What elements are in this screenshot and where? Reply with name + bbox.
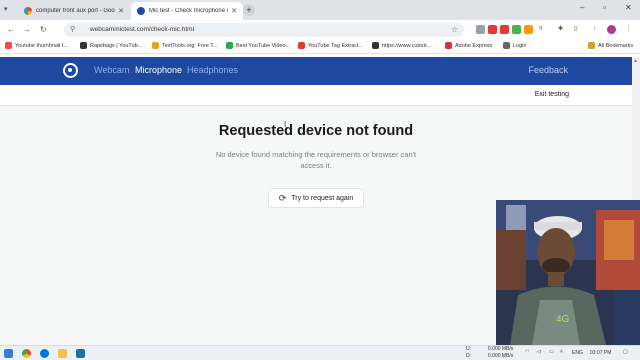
tab-search-icon[interactable]: ▾ (4, 5, 14, 15)
nav-headphones[interactable]: Headphones (187, 65, 238, 75)
profile-avatar[interactable] (607, 25, 616, 34)
bookmark-icon (80, 42, 87, 49)
browser-tab-strip: ▾ computer front aux port - Goo... ✕ Mic… (0, 0, 640, 20)
bookmark-item[interactable]: Adobe Express (445, 42, 492, 49)
close-window-icon[interactable]: ✕ (625, 3, 632, 12)
test-subbar: Exit testing (0, 85, 632, 106)
bookmark-icon (152, 42, 159, 49)
download-label: D: (466, 352, 471, 359)
site-logo-icon[interactable] (63, 63, 78, 78)
edge-taskbar-icon[interactable] (40, 349, 49, 358)
bookmark-icon (298, 42, 305, 49)
site-header: Webcam Microphone Headphones Feedback (0, 57, 632, 85)
exit-testing-link[interactable]: Exit testing (535, 91, 569, 98)
extensions-puzzle-icon[interactable]: ✱ (556, 25, 565, 34)
bookmark-label: TextTools.org: Free T... (162, 42, 218, 49)
site-info-icon[interactable]: ⚲ (70, 25, 75, 33)
tray-chevron-icon[interactable]: ˄ (560, 349, 563, 355)
upload-label: U: (466, 346, 471, 352)
tab-google-search[interactable]: computer front aux port - Goo... ✕ (18, 2, 130, 20)
extension-icon[interactable] (476, 25, 485, 34)
back-icon[interactable]: ← (7, 25, 15, 34)
browser-menu-icon[interactable]: ⋮ (624, 25, 633, 34)
wifi-icon[interactable]: ◠ (525, 349, 529, 355)
extension-icon[interactable] (524, 25, 533, 34)
reload-icon[interactable]: ↻ (40, 25, 47, 34)
bookmark-label: Login (513, 42, 527, 49)
bookmark-item[interactable]: TextTools.org: Free T... (152, 42, 218, 49)
webcam-overlay: 4G (496, 200, 640, 345)
bookmark-item[interactable]: Youtube thumbnail I... (5, 42, 68, 49)
url-text: webcammictest.com/check-mic.html (90, 26, 195, 33)
bookmark-label: Adobe Express (455, 42, 493, 49)
svg-text:4G: 4G (556, 314, 570, 325)
bookmark-icon (5, 42, 12, 49)
all-bookmarks-button[interactable]: All Bookmarks (588, 42, 633, 49)
new-tab-button[interactable]: + (243, 4, 255, 16)
bookmark-icon (445, 42, 452, 49)
bookmark-item[interactable]: https://www.cutout... (372, 42, 431, 49)
extension-icon[interactable] (512, 25, 521, 34)
chrome-taskbar-icon[interactable] (22, 349, 31, 358)
retry-button[interactable]: ⟳ Try to request again (268, 188, 364, 208)
download-icon[interactable]: ↓ (590, 25, 599, 34)
minimize-icon[interactable]: – (580, 3, 584, 12)
clock[interactable]: 03:07 PM (590, 350, 611, 356)
language-indicator[interactable]: ENG (572, 350, 583, 356)
side-panel-icon[interactable]: ▯ (571, 25, 580, 34)
tab-mic-test[interactable]: Mic test - Check microphone o... ✕ (131, 2, 243, 20)
bookmark-icon (372, 42, 379, 49)
extension-icon[interactable] (488, 25, 497, 34)
sound-icon[interactable]: ◁ (537, 349, 541, 355)
maximize-icon[interactable]: ▫ (603, 3, 606, 12)
folder-icon (588, 42, 595, 49)
taskbar: U: 0.000 MB/s D: 0.000 MB/s ◠ ◁ ▭ ˄ ENG … (0, 345, 640, 360)
close-tab-icon[interactable]: ✕ (231, 7, 237, 15)
site-favicon-icon (137, 7, 145, 15)
start-icon[interactable] (4, 349, 13, 358)
bookmark-item[interactable]: Rapidtags | YouTub... (80, 42, 142, 49)
refresh-icon: ⟳ (278, 192, 287, 203)
browser-toolbar: ← → ↻ ⚲ webcammictest.com/check-mic.html… (0, 20, 640, 40)
address-bar[interactable]: ⚲ webcammictest.com/check-mic.html ☆ (64, 23, 464, 37)
bookmark-label: Best YouTube Video... (236, 42, 291, 49)
bookmark-item[interactable]: Login (503, 42, 526, 49)
file-explorer-icon[interactable] (58, 349, 67, 358)
text-cursor-icon: I (284, 120, 287, 129)
tab-title: Mic test - Check microphone o... (149, 8, 229, 14)
nav-webcam[interactable]: Webcam (94, 65, 129, 75)
extension-icon[interactable]: ব (536, 25, 545, 34)
webcam-feed-image: 4G (496, 200, 640, 345)
download-speed: 0.000 MB/s (488, 352, 514, 359)
bookmark-label: Rapidtags | YouTub... (90, 42, 143, 49)
bookmark-star-icon[interactable]: ☆ (451, 25, 458, 34)
notification-icon[interactable]: ▢ (623, 349, 628, 355)
bookmark-icon (226, 42, 233, 49)
retry-label: Try to request again (291, 194, 354, 202)
feedback-link[interactable]: Feedback (528, 65, 568, 75)
bookmark-label: Youtube thumbnail I... (15, 42, 69, 49)
scroll-up-icon[interactable]: ▲ (633, 58, 638, 64)
battery-icon[interactable]: ▭ (549, 349, 554, 355)
bookmark-item[interactable]: YouTube Tag Extract... (298, 42, 363, 49)
tab-title: computer front aux port - Goo... (36, 8, 116, 14)
page-title: Requested device not found (218, 123, 414, 139)
all-bookmarks-label: All Bookmarks (598, 42, 634, 49)
close-tab-icon[interactable]: ✕ (118, 7, 124, 15)
google-favicon-icon (24, 7, 32, 15)
forward-icon[interactable]: → (23, 25, 31, 34)
bookmark-icon (503, 42, 510, 49)
bookmarks-bar: Youtube thumbnail I... Rapidtags | YouTu… (0, 40, 640, 54)
bookmark-label: https://www.cutout... (382, 42, 432, 49)
app-taskbar-icon[interactable] (76, 349, 85, 358)
extension-icon[interactable] (500, 25, 509, 34)
nav-microphone[interactable]: Microphone (135, 65, 182, 75)
error-description: No device found matching the requirement… (215, 150, 417, 170)
network-speed: U: 0.000 MB/s D: 0.000 MB/s (466, 346, 513, 359)
bookmark-item[interactable]: Best YouTube Video... (226, 42, 290, 49)
bookmark-label: YouTube Tag Extract... (308, 42, 364, 49)
